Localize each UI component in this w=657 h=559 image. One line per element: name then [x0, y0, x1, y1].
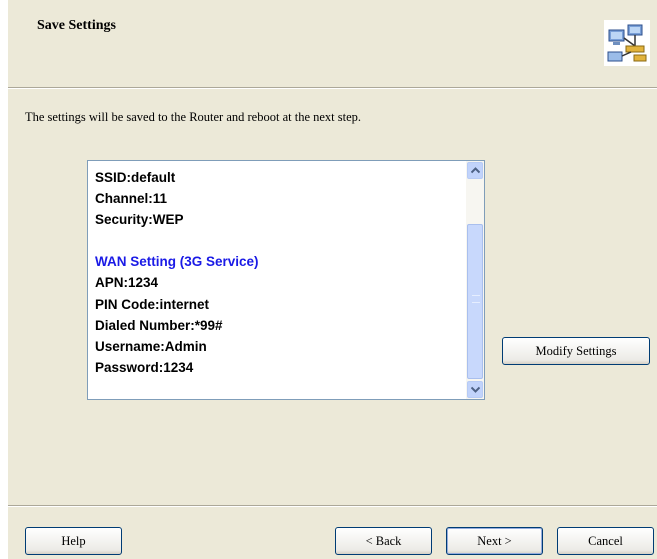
network-wizard-icon — [604, 20, 650, 66]
settings-line: Dialed Number:*99# — [95, 317, 223, 333]
scroll-grip-icon — [472, 295, 480, 303]
settings-line: SSID:default — [95, 170, 176, 185]
scroll-up-button[interactable] — [467, 162, 483, 179]
settings-line: Password:1234 — [95, 359, 194, 375]
settings-line: Username:Admin — [95, 338, 207, 354]
page-title: Save Settings — [37, 18, 116, 33]
footer-divider — [8, 505, 657, 507]
settings-summary-list[interactable]: SSID:default Channel:11 Security:WEP WAN Se… — [87, 160, 485, 400]
cancel-button[interactable]: Cancel — [557, 527, 654, 555]
modify-settings-button[interactable]: Modify Settings — [502, 337, 650, 365]
scroll-thumb[interactable] — [467, 224, 483, 379]
vertical-scrollbar[interactable] — [466, 161, 484, 399]
settings-line: Channel:11 — [95, 191, 168, 207]
settings-line: PIN Code:internet — [95, 296, 210, 312]
settings-line: APN:1234 — [95, 275, 159, 291]
settings-summary-content: SSID:default Channel:11 Security:WEP WAN Se… — [95, 167, 465, 378]
next-button[interactable]: Next > — [446, 527, 543, 555]
chevron-up-icon — [471, 167, 480, 174]
section-heading: WAN Setting (3G Service) — [95, 254, 259, 270]
scroll-down-button[interactable] — [467, 381, 483, 398]
help-button[interactable]: Help — [25, 527, 122, 555]
wizard-header: Save Settings — [8, 0, 657, 87]
header-divider — [8, 87, 657, 89]
chevron-down-icon — [471, 386, 480, 393]
instruction-text: The settings will be saved to the Router… — [25, 110, 362, 124]
back-button[interactable]: < Back — [335, 527, 432, 555]
settings-line: Security:WEP — [95, 212, 184, 228]
